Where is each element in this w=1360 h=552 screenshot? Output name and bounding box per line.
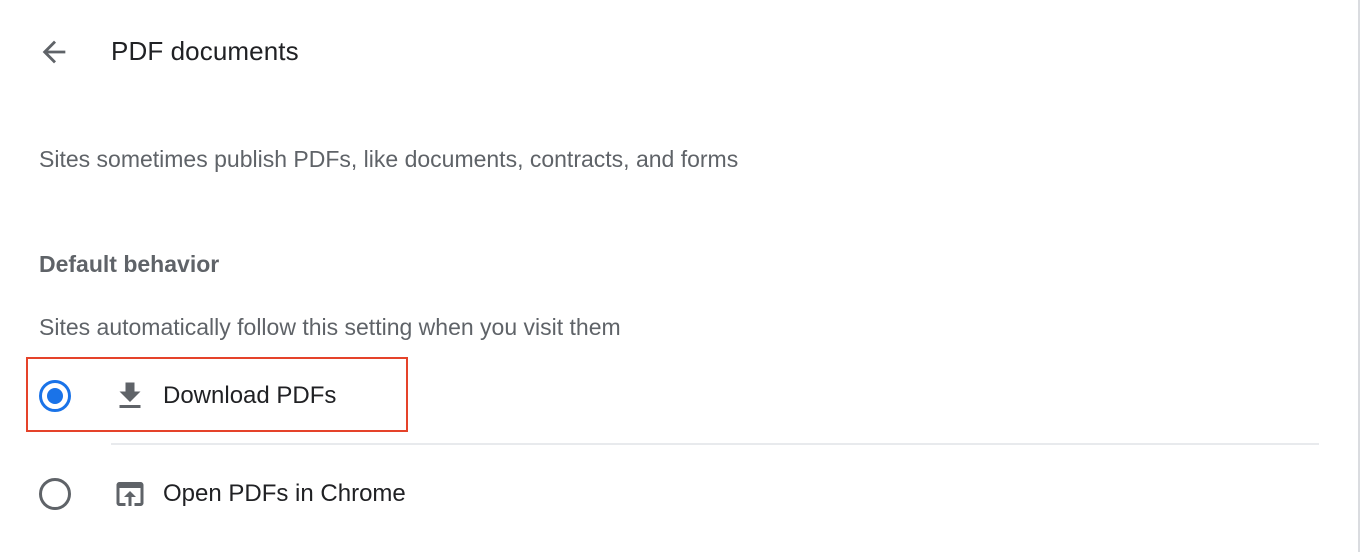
back-button[interactable]: [30, 28, 78, 76]
page-title: PDF documents: [111, 36, 299, 66]
default-behavior-heading: Default behavior: [39, 251, 220, 277]
open-pdfs-in-chrome-radio[interactable]: [39, 478, 71, 510]
download-icon: [119, 382, 141, 408]
default-behavior-subtext: Sites automatically follow this setting …: [39, 314, 621, 340]
download-pdfs-radio[interactable]: [39, 380, 71, 412]
arrow-back-icon: [42, 40, 66, 64]
pdf-documents-settings-page: PDF documents Sites sometimes publish PD…: [0, 0, 1360, 552]
option-download-pdfs[interactable]: Download PDFs: [0, 356, 1330, 436]
page-description: Sites sometimes publish PDFs, like docum…: [39, 146, 739, 172]
open-pdfs-in-chrome-label: Open PDFs in Chrome: [163, 480, 406, 507]
options-divider: [111, 443, 1319, 445]
open-in-browser-icon: [116, 482, 144, 506]
option-open-pdfs-in-chrome[interactable]: Open PDFs in Chrome: [0, 454, 1330, 534]
download-pdfs-label: Download PDFs: [163, 382, 337, 409]
